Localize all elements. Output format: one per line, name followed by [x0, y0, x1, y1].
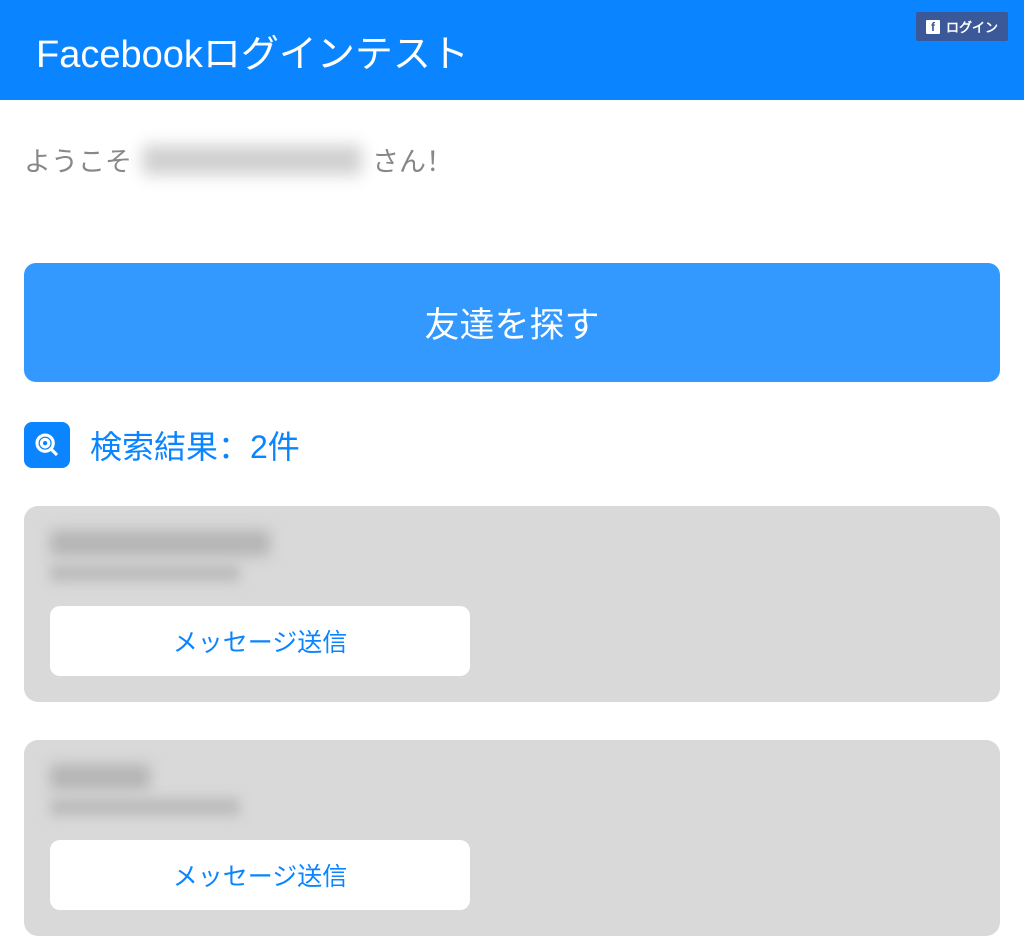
- welcome-message: ようこそ さん！: [24, 140, 1000, 179]
- send-message-button[interactable]: メッセージ送信: [50, 840, 470, 910]
- results-header: 検索結果：2件: [24, 422, 1000, 468]
- friend-id-blurred: [50, 798, 240, 816]
- friend-name-blurred: [50, 530, 270, 556]
- main-content: ようこそ さん！ 友達を探す 検索結果：2件 メッセージ送信 メッセージ送信: [0, 100, 1024, 936]
- friend-id-blurred: [50, 564, 240, 582]
- friend-name-blurred: [50, 764, 150, 790]
- app-header: Facebookログインテスト f ログイン: [0, 0, 1024, 100]
- results-title: 検索結果：2件: [90, 422, 300, 468]
- user-name-blurred: [142, 145, 362, 175]
- page-title: Facebookログインテスト: [36, 23, 469, 78]
- welcome-suffix: さん！: [372, 140, 453, 179]
- facebook-icon: f: [926, 20, 940, 34]
- welcome-prefix: ようこそ: [24, 140, 132, 179]
- fb-login-button[interactable]: f ログイン: [916, 12, 1008, 41]
- result-card: メッセージ送信: [24, 740, 1000, 936]
- send-message-button[interactable]: メッセージ送信: [50, 606, 470, 676]
- search-icon: [24, 422, 70, 468]
- result-card: メッセージ送信: [24, 506, 1000, 702]
- fb-login-label: ログイン: [946, 17, 998, 36]
- find-friends-button[interactable]: 友達を探す: [24, 263, 1000, 382]
